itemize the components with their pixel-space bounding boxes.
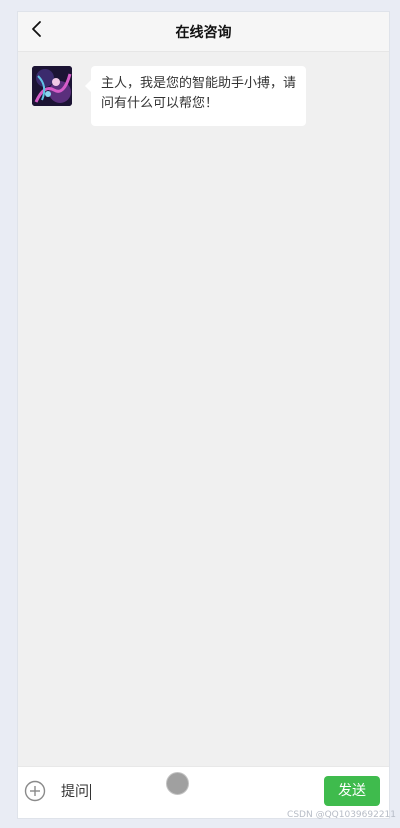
page-title: 在线咨询: [175, 25, 232, 41]
add-button[interactable]: [24, 780, 46, 802]
text-caret: [90, 784, 91, 800]
message-row: 主人，我是您的智能助手小搏，请问有什么可以帮您！: [32, 66, 362, 146]
header-bar: 在线咨询: [18, 12, 389, 52]
touch-indicator: [166, 772, 189, 795]
assistant-avatar: [32, 66, 72, 106]
message-bubble: 主人，我是您的智能助手小搏，请问有什么可以帮您！: [85, 66, 306, 126]
chat-screen: 在线咨询 主人，我是您的智能助手小搏，请问有什么可以帮您！ 提问 发送: [17, 11, 390, 819]
input-value: 提问: [61, 784, 89, 800]
watermark: CSDN @QQ1039692211: [287, 810, 396, 820]
plus-circle-icon: [24, 780, 46, 806]
send-button[interactable]: 发送: [324, 776, 380, 806]
